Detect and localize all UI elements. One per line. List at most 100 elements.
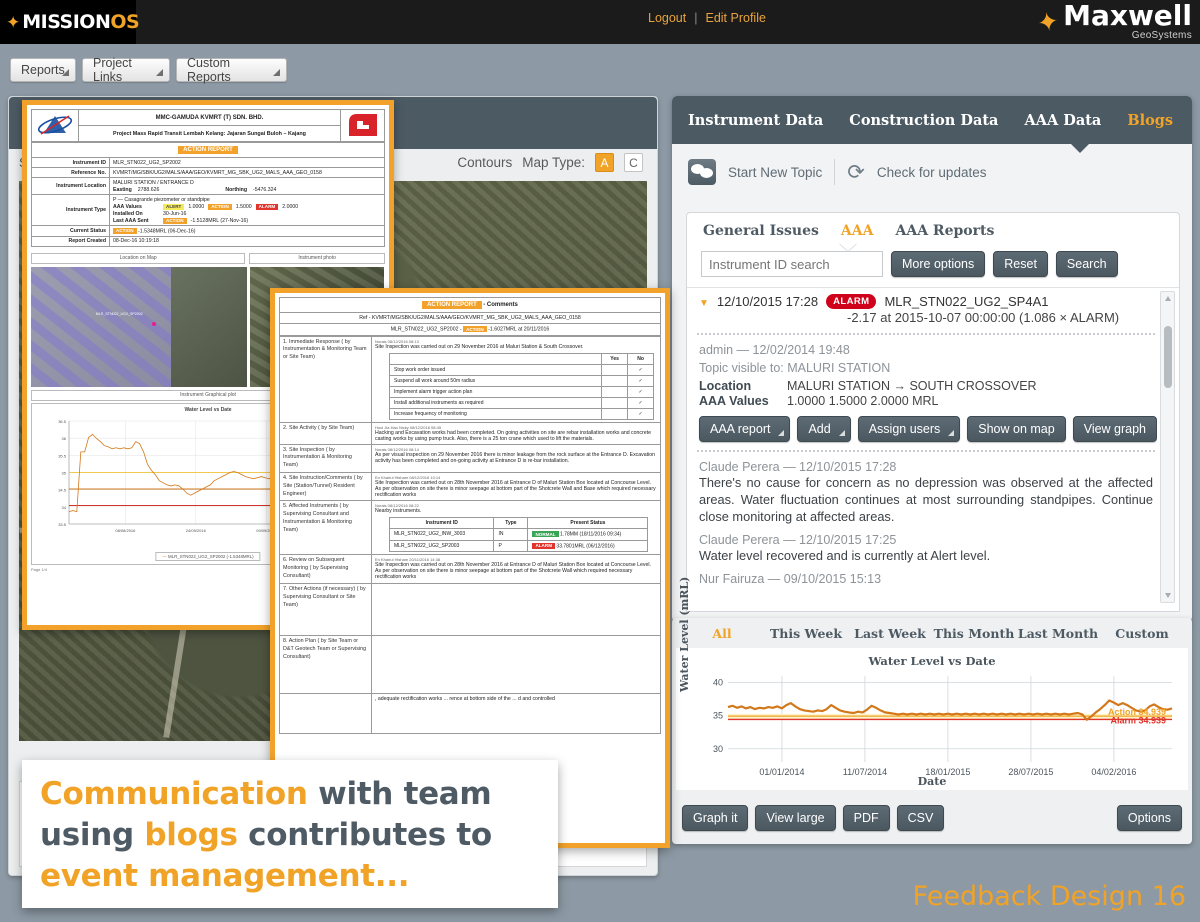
- nav-reports-button[interactable]: Reports: [10, 58, 76, 82]
- divider: [834, 159, 836, 185]
- checklist-no: ✓: [627, 374, 655, 387]
- caption-line2-c: contributes to: [237, 816, 492, 853]
- comments-body: ACTION REPORT - Comments Ref - KVMRT/MG/…: [275, 293, 665, 738]
- view-large-button[interactable]: View large: [755, 805, 836, 831]
- aaa-report-button[interactable]: AAA report: [699, 416, 791, 442]
- show-on-map-button[interactable]: Show on map: [967, 416, 1066, 442]
- range-tab-this-week[interactable]: This Week: [764, 626, 848, 641]
- map-type-c-button[interactable]: C: [624, 153, 643, 172]
- pdf-button[interactable]: PDF: [842, 805, 890, 831]
- more-options-button[interactable]: More options: [891, 251, 986, 277]
- location-value: MALURI STATION → SOUTH CROSSOVER: [787, 379, 1037, 393]
- edit-profile-link[interactable]: Edit Profile: [705, 11, 765, 25]
- comments-section-row: 5. Affected Instruments ( by Supervising…: [279, 500, 661, 556]
- gamuda-logo-icon: [348, 113, 377, 136]
- subtab-aaa[interactable]: AAA: [841, 223, 874, 239]
- scrollbar-thumb[interactable]: [1164, 326, 1172, 388]
- logout-link[interactable]: Logout: [648, 11, 686, 25]
- nav-custom-reports-label: Custom Reports: [187, 56, 231, 84]
- nav-custom-reports-button[interactable]: Custom Reports: [176, 56, 287, 84]
- range-tab-this-month[interactable]: This Month: [932, 626, 1016, 641]
- contours-label[interactable]: Contours: [457, 155, 512, 170]
- add-label: Add: [808, 422, 831, 436]
- thread-author-meta: admin — 12/02/2014 19:48: [699, 343, 850, 357]
- comments-section-row: 7. Other Actions (if necessary) ( by Sup…: [279, 582, 661, 636]
- add-button[interactable]: Add: [797, 416, 851, 442]
- maxwell-star-icon: ✦: [1034, 5, 1062, 39]
- tab-blogs[interactable]: Blogs: [1127, 112, 1173, 129]
- report-body-table: ACTION REPORT Instrument ID MLR_STN022_U…: [31, 142, 385, 247]
- start-new-topic-button[interactable]: Start New Topic: [728, 165, 822, 180]
- thread-reading: -2.17 at 2015-10-07 00:00:00 (1.086 × AL…: [847, 310, 1120, 325]
- checklist-no: ✓: [627, 385, 655, 398]
- embedded-chart-legend: — MLR_STN022_UG2_SP2002 (-1.5348MRL): [155, 551, 261, 561]
- affected-instrument-row: MLR_STN022_UG2_SP2003 P ALARM 33.7801MRL…: [388, 539, 649, 553]
- checklist-header-yes: Yes: [601, 352, 629, 365]
- section-6-content: En Khairul Hisham 20/11/2016 14:38 Site …: [371, 554, 661, 584]
- status-tag: ACTION: [113, 227, 137, 234]
- nav-project-links-button[interactable]: Project Links: [82, 56, 170, 84]
- action-value: 1.5000: [235, 203, 252, 210]
- range-tab-custom[interactable]: Custom: [1100, 626, 1184, 641]
- map-type-a-button[interactable]: A: [595, 153, 614, 172]
- range-tab-all[interactable]: All: [680, 626, 764, 641]
- section-7-label: 7. Other Actions (if necessary) ( by Sup…: [279, 582, 372, 636]
- map-overlay-stripes: [31, 266, 172, 387]
- blog-thread: ▼ 12/10/2015 17:28 ALARM MLR_STN022_UG2_…: [695, 291, 1157, 603]
- report-header-table: MMC-GAMUDA KVMRT (T) SDN. BHD. Project M…: [31, 109, 385, 142]
- comment-body: Water level recovered and is currently a…: [699, 547, 991, 563]
- csv-button[interactable]: CSV: [896, 805, 945, 831]
- subtab-general-issues[interactable]: General Issues: [703, 223, 819, 239]
- graph-it-button[interactable]: Graph it: [682, 805, 749, 831]
- svg-text:24/09/2016: 24/09/2016: [186, 528, 207, 533]
- missionos-logo[interactable]: ✦ MISSIONOS: [0, 0, 140, 44]
- checklist-item: Implement alarm trigger action plan: [388, 385, 603, 398]
- alert-tag: ALERT: [163, 203, 185, 210]
- blog-subtab-bar: General Issues AAA AAA Reports: [687, 213, 1179, 251]
- instrument-location-cell: MALURI STATION / ENTRANCE D Easting 2788…: [109, 177, 385, 195]
- chat-bubbles-icon[interactable]: [688, 159, 716, 185]
- search-input[interactable]: [701, 251, 883, 277]
- affected-header-id: Instrument ID: [388, 517, 495, 530]
- thread-scrollbar[interactable]: [1160, 291, 1175, 603]
- search-button[interactable]: Search: [1055, 251, 1118, 277]
- options-button[interactable]: Options: [1116, 805, 1182, 831]
- thread-aaa-row: AAA Values 1.0000 1.5000 2.0000 MRL: [699, 394, 1153, 408]
- scroll-up-icon[interactable]: [1165, 296, 1171, 301]
- comments-section-row: 3. Site Inspection ( by Instrumentation …: [279, 443, 661, 473]
- checklist-yes: [601, 385, 629, 398]
- range-tab-last-month[interactable]: Last Month: [1016, 626, 1100, 641]
- tab-construction-data[interactable]: Construction Data: [849, 112, 998, 129]
- refresh-icon[interactable]: ⟳: [847, 162, 865, 183]
- active-subtab-pointer-icon: [839, 243, 857, 251]
- section-3-text: As per visual inspection on 29 November …: [375, 451, 655, 464]
- divider: [697, 450, 1155, 452]
- immediate-response-checklist: Yes No Stop work order issued ✓ Suspend a…: [388, 352, 655, 420]
- triangle-down-icon[interactable]: ▼: [699, 298, 709, 309]
- legend-label: MLR_STN022_UG2_SP2002 (-1.5348MRL): [167, 553, 254, 559]
- assign-users-button[interactable]: Assign users: [857, 416, 961, 442]
- svg-text:08/08/2016: 08/08/2016: [115, 528, 136, 533]
- affected-type: IN: [493, 528, 529, 541]
- water-level-chart[interactable]: Water Level vs Date Water Level (mRL) 30…: [676, 577, 1188, 790]
- tab-aaa-data[interactable]: AAA Data: [1024, 112, 1101, 129]
- view-graph-button[interactable]: View graph: [1072, 416, 1157, 442]
- reset-button[interactable]: Reset: [993, 251, 1048, 277]
- current-status-label: Current Status: [31, 225, 110, 237]
- checklist-yes: [601, 374, 629, 387]
- subref-tag: ACTION: [463, 326, 487, 332]
- consultant-logo: [31, 109, 79, 142]
- maxwell-brand-name: Maxwell: [1063, 0, 1192, 33]
- subtab-aaa-reports[interactable]: AAA Reports: [895, 223, 994, 239]
- report-created-value: 08-Dec-16 10:19:18: [109, 235, 385, 247]
- check-for-updates-button[interactable]: Check for updates: [877, 165, 987, 180]
- tab-instrument-data[interactable]: Instrument Data: [688, 112, 823, 129]
- checklist-row: Implement alarm trigger action plan ✓: [388, 385, 655, 398]
- range-tab-last-week[interactable]: Last Week: [848, 626, 932, 641]
- reference-no-label: Reference No.: [31, 167, 110, 178]
- instrument-type-label: Instrument Type: [31, 194, 110, 226]
- northing-value: -5476.324: [253, 186, 277, 193]
- checklist-yes: [601, 363, 629, 376]
- checklist-item: Suspend all work around 50m radius: [388, 374, 603, 387]
- scroll-down-icon[interactable]: [1165, 593, 1171, 598]
